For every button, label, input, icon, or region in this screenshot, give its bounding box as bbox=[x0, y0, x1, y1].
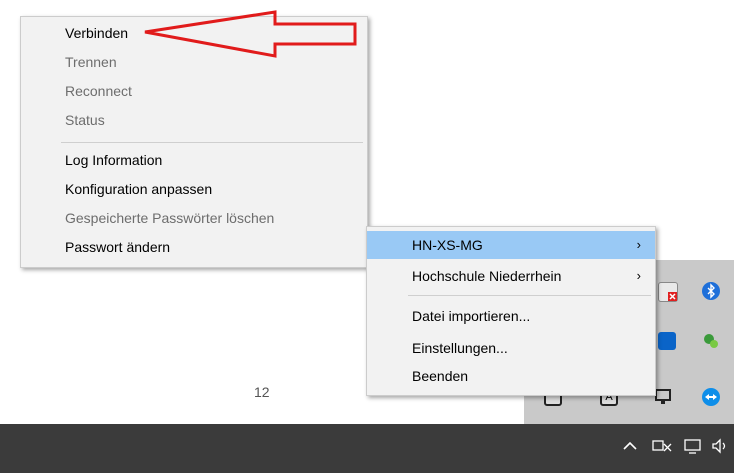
outlook-icon[interactable] bbox=[658, 332, 676, 350]
chevron-right-icon: › bbox=[636, 237, 641, 252]
bluetooth-icon[interactable] bbox=[702, 282, 720, 300]
menu-item-hn-xs-mg[interactable]: HN-XS-MG › bbox=[367, 231, 655, 259]
menu-item-datei-importieren[interactable]: Datei importieren... bbox=[367, 303, 655, 329]
menu-item-status: Status bbox=[65, 112, 105, 128]
green-status-icon[interactable] bbox=[702, 332, 720, 350]
menu-item-passwort-aendern[interactable]: Passwort ändern bbox=[21, 234, 367, 260]
menu-item-hochschule-niederrhein[interactable]: Hochschule Niederrhein › bbox=[367, 263, 655, 289]
menu-item-passwoerter-loeschen: Gespeicherte Passwörter löschen bbox=[65, 210, 275, 226]
menu-item-label: HN-XS-MG bbox=[412, 237, 483, 253]
menu-item-log-information[interactable]: Log Information bbox=[21, 147, 367, 173]
menu-item-label: Hochschule Niederrhein bbox=[412, 268, 562, 284]
page-number: 12 bbox=[254, 384, 270, 400]
menu-item-konfiguration-anpassen[interactable]: Konfiguration anpassen bbox=[21, 176, 367, 202]
teamviewer-icon[interactable] bbox=[702, 388, 720, 406]
menu-separator bbox=[61, 142, 363, 143]
chevron-right-icon: › bbox=[636, 268, 641, 283]
network-disconnected-icon[interactable] bbox=[652, 438, 672, 459]
menu-item-einstellungen[interactable]: Einstellungen... bbox=[367, 335, 655, 361]
menu-separator bbox=[408, 295, 651, 296]
annotation-arrow-icon bbox=[144, 10, 357, 58]
tray-context-menu: HN-XS-MG › Hochschule Niederrhein › Date… bbox=[366, 226, 656, 396]
monitor-icon[interactable] bbox=[684, 438, 702, 459]
menu-item-beenden[interactable]: Beenden bbox=[367, 363, 655, 389]
red-x-icon[interactable] bbox=[658, 282, 678, 302]
speaker-icon[interactable] bbox=[712, 438, 732, 459]
display-icon[interactable] bbox=[654, 388, 672, 406]
chevron-up-icon[interactable] bbox=[622, 438, 638, 459]
menu-item-reconnect: Reconnect bbox=[65, 83, 132, 99]
